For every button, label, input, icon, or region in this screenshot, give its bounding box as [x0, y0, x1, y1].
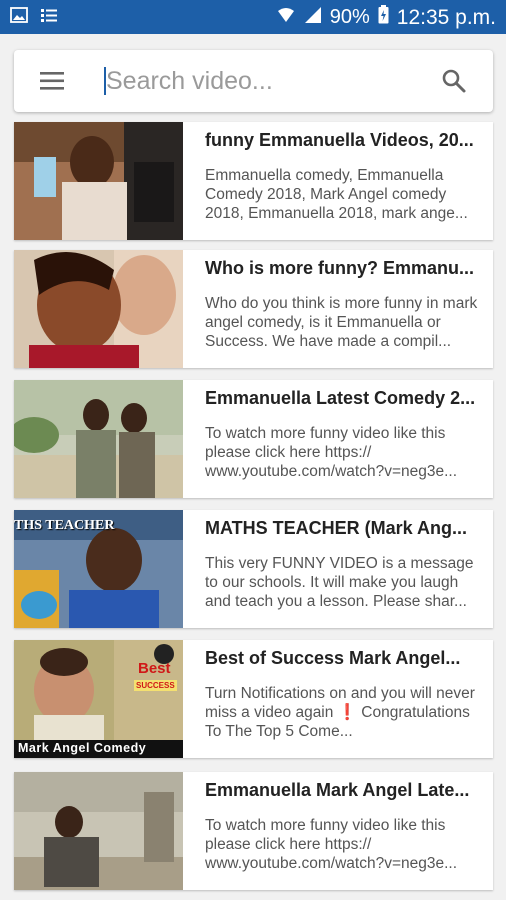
- video-card[interactable]: funny Emmanuella Videos, 20... Emmanuell…: [14, 122, 493, 240]
- video-title: MATHS TEACHER (Mark Ang...: [205, 518, 468, 538]
- video-thumbnail[interactable]: THS TEACHER: [14, 510, 183, 628]
- text-caret: [104, 67, 106, 95]
- battery-percent: 90%: [329, 6, 370, 28]
- gallery-icon: [10, 7, 28, 28]
- video-description: To watch more funny video like this plea…: [205, 817, 458, 872]
- search-bar: Search video...: [14, 50, 493, 112]
- thumb-caption: Mark Angel Comedy: [18, 741, 147, 755]
- video-card[interactable]: THS TEACHER MATHS TEACHER (Mark Ang... T…: [14, 510, 493, 628]
- video-thumbnail[interactable]: [14, 250, 183, 368]
- video-description: To watch more funny video like this plea…: [205, 425, 458, 480]
- list-icon: [40, 7, 58, 28]
- signal-icon: [304, 6, 322, 30]
- video-title: Emmanuella Mark Angel Late...: [205, 780, 470, 800]
- video-description: Turn Notifications on and you will never…: [205, 685, 475, 740]
- status-bar: 90% 12:35 p.m.: [0, 0, 506, 34]
- video-description: Emmanuella comedy, Emmanuella Comedy 201…: [205, 167, 468, 222]
- menu-icon[interactable]: [40, 70, 66, 92]
- video-title: Best of Success Mark Angel...: [205, 648, 461, 668]
- thumb-badge: SUCCESS: [134, 680, 177, 691]
- video-title: Who is more funny? Emmanu...: [205, 258, 475, 278]
- battery-icon: [378, 5, 389, 30]
- video-thumbnail[interactable]: [14, 772, 183, 890]
- video-description: Who do you think is more funny in mark a…: [205, 295, 478, 350]
- clock: 12:35 p.m.: [396, 5, 496, 29]
- video-title: Emmanuella Latest Comedy 2...: [205, 388, 476, 408]
- search-input[interactable]: Search video...: [104, 64, 436, 98]
- video-card[interactable]: Emmanuella Mark Angel Late... To watch m…: [14, 772, 493, 890]
- thumb-caption: THS TEACHER: [14, 518, 115, 533]
- video-thumbnail[interactable]: Best SUCCESS Mark Angel Comedy: [14, 640, 183, 758]
- wifi-icon: [276, 6, 296, 30]
- search-icon[interactable]: [441, 68, 467, 94]
- video-card[interactable]: Best SUCCESS Mark Angel Comedy Best of S…: [14, 640, 493, 758]
- video-thumbnail[interactable]: [14, 380, 183, 498]
- video-title: funny Emmanuella Videos, 20...: [205, 130, 474, 150]
- thumb-badge: Best: [138, 660, 171, 677]
- video-description: This very FUNNY VIDEO is a message to ou…: [205, 555, 474, 610]
- video-card[interactable]: Who is more funny? Emmanu... Who do you …: [14, 250, 493, 368]
- video-card[interactable]: Emmanuella Latest Comedy 2... To watch m…: [14, 380, 493, 498]
- video-thumbnail[interactable]: [14, 122, 183, 240]
- search-placeholder: Search video...: [106, 67, 273, 95]
